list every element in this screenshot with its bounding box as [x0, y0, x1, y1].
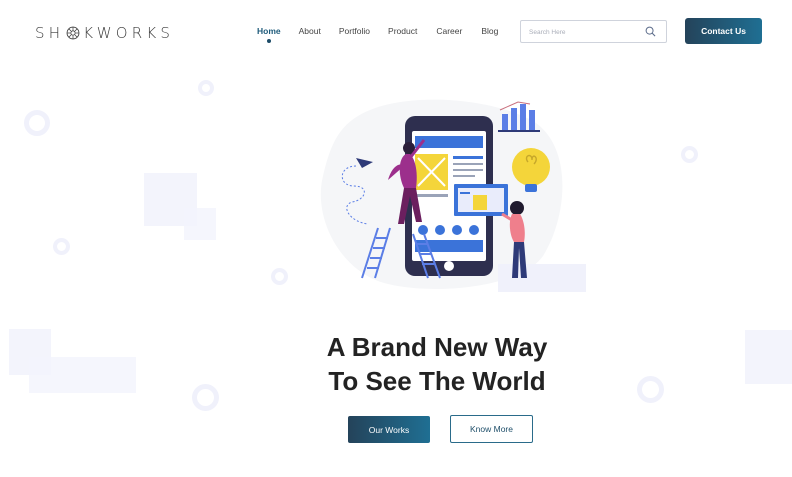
decor-square — [184, 208, 216, 240]
nav-item-blog[interactable]: Blog — [481, 26, 498, 36]
hero-headline-line1: A Brand New Way — [326, 332, 548, 362]
nav-item-portfolio[interactable]: Portfolio — [339, 26, 370, 36]
decor-ring — [192, 384, 219, 411]
main-nav: Home About Portfolio Product Career Blog — [257, 26, 498, 43]
decor-square — [29, 357, 136, 393]
logo-text-right: KWORKS — [83, 24, 175, 42]
our-works-button[interactable]: Our Works — [348, 416, 430, 443]
hero-headline: A Brand New Way To See The World — [296, 330, 578, 398]
decor-square — [745, 330, 792, 384]
nav-item-label: Product — [388, 26, 418, 36]
decor-ring — [637, 376, 664, 403]
logo[interactable]: SH KWORKS — [35, 24, 174, 42]
nav-item-home[interactable]: Home — [257, 26, 281, 43]
nav-item-about[interactable]: About — [299, 26, 321, 36]
nav-item-label: Blog — [481, 26, 499, 36]
active-indicator-dot — [266, 39, 271, 43]
nav-item-label: Home — [257, 26, 281, 36]
nav-item-product[interactable]: Product — [388, 26, 417, 36]
decor-ring — [681, 146, 698, 163]
nav-item-label: Portfolio — [338, 26, 371, 36]
hero-headline-line2: To See The World — [328, 366, 546, 396]
know-more-button[interactable]: Know More — [450, 415, 533, 443]
decor-ring — [271, 268, 288, 285]
logo-text-left: SH — [35, 24, 65, 42]
nav-item-label: Career — [436, 26, 463, 36]
logo-emblem-icon — [66, 26, 80, 40]
nav-item-career[interactable]: Career — [436, 26, 462, 36]
search-box — [520, 20, 667, 43]
hero-illustration — [320, 99, 586, 292]
search-input[interactable] — [529, 26, 644, 38]
decor-ring — [53, 238, 70, 255]
decor-ring — [198, 80, 214, 96]
contact-us-button[interactable]: Contact Us — [685, 18, 762, 44]
search-icon[interactable] — [645, 26, 656, 37]
decor-ring — [24, 110, 50, 136]
nav-item-label: About — [298, 26, 321, 36]
